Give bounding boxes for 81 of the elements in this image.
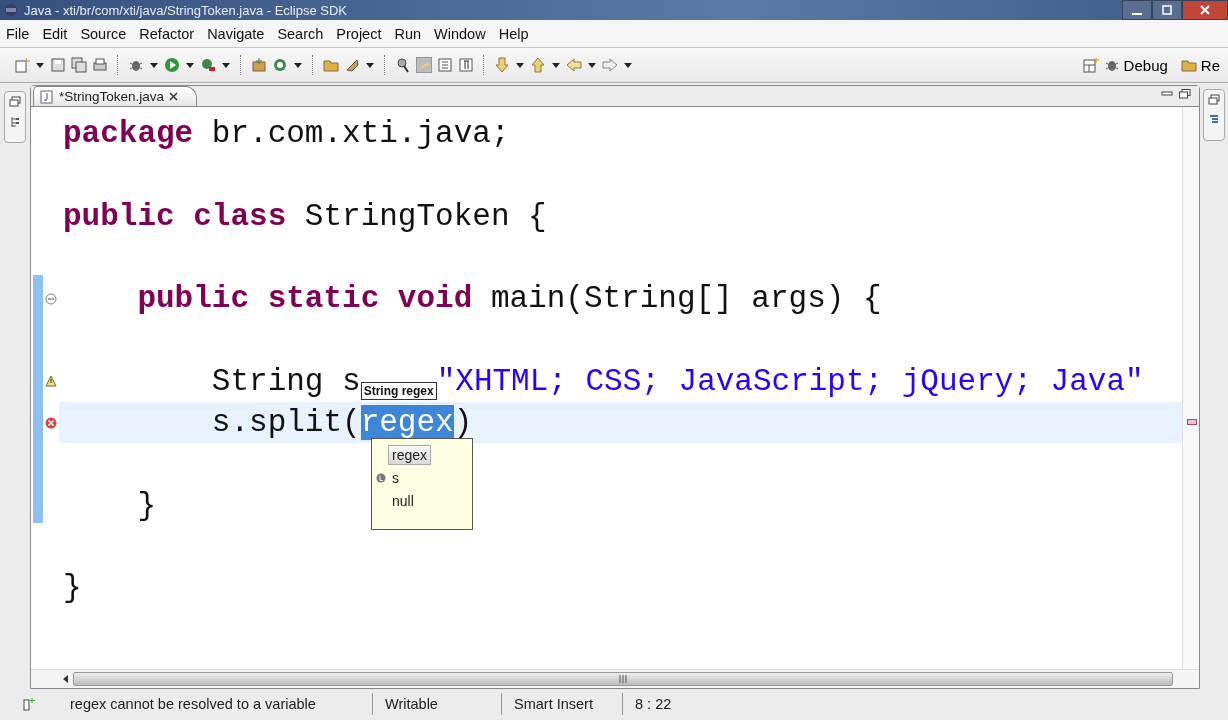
hierarchy-icon[interactable] bbox=[9, 116, 21, 128]
menu-item[interactable]: Edit bbox=[42, 25, 68, 42]
scroll-left-icon[interactable] bbox=[61, 674, 69, 684]
warning-icon bbox=[45, 375, 57, 388]
right-arrow-icon[interactable] bbox=[602, 57, 618, 73]
tool-icon[interactable] bbox=[200, 57, 216, 73]
status-message: regex cannot be resolved to a variable bbox=[58, 693, 373, 715]
package-icon[interactable] bbox=[251, 57, 267, 73]
window-title: Java - xti/br/com/xti/java/StringToken.java - Eclipse SDK bbox=[24, 2, 348, 18]
restore-icon[interactable] bbox=[1208, 94, 1220, 106]
editor-tab[interactable]: *StringToken.java bbox=[33, 86, 198, 106]
menu-item[interactable]: Help bbox=[498, 25, 529, 42]
new-file-icon[interactable] bbox=[14, 57, 30, 73]
completion-item[interactable]: regex bbox=[388, 444, 432, 465]
perspective-button[interactable]: Re bbox=[1200, 56, 1220, 74]
menu-item[interactable]: File bbox=[6, 25, 30, 42]
dropdown-caret-icon[interactable] bbox=[221, 60, 231, 70]
dropdown-caret-icon[interactable] bbox=[551, 60, 561, 70]
fast-view-icon[interactable] bbox=[22, 697, 36, 711]
minimize-icon bbox=[1132, 13, 1142, 15]
app-icon bbox=[4, 3, 18, 17]
code-line: s.split(regex) bbox=[210, 405, 473, 441]
error-icon bbox=[45, 416, 57, 429]
menu-item[interactable]: Search bbox=[277, 25, 324, 42]
completion-item[interactable]: s bbox=[388, 467, 403, 488]
collapse-icon[interactable] bbox=[45, 292, 57, 305]
code-line: } bbox=[136, 487, 156, 523]
horizontal-scrollbar[interactable] bbox=[73, 672, 1173, 686]
dropdown-caret-icon[interactable] bbox=[587, 60, 597, 70]
error-marker[interactable] bbox=[1187, 419, 1197, 425]
down-arrow-icon[interactable] bbox=[494, 57, 510, 73]
code-line: String s bbox=[210, 363, 361, 399]
menu-item[interactable]: Project bbox=[336, 25, 382, 42]
dropdown-caret-icon[interactable] bbox=[515, 60, 525, 70]
outline-icon[interactable] bbox=[1208, 114, 1220, 126]
close-button[interactable] bbox=[1182, 0, 1228, 20]
open-perspective-icon[interactable] bbox=[1082, 57, 1099, 73]
code-line: package br.com.xti.java; bbox=[63, 116, 510, 152]
restore-icon[interactable] bbox=[9, 96, 21, 108]
dropdown-caret-icon[interactable] bbox=[185, 60, 195, 70]
pilcrow-icon[interactable] bbox=[458, 57, 474, 73]
folder-icon[interactable] bbox=[1180, 57, 1197, 73]
block-icon[interactable] bbox=[437, 57, 453, 73]
completion-item[interactable]: null bbox=[388, 490, 418, 511]
minimize-icon[interactable] bbox=[1161, 89, 1173, 99]
maximize-button[interactable] bbox=[1152, 0, 1182, 20]
parameter-hint: String regex bbox=[360, 382, 437, 401]
minimize-button[interactable] bbox=[1122, 0, 1152, 20]
maximize-icon[interactable] bbox=[1179, 89, 1191, 99]
dropdown-caret-icon[interactable] bbox=[293, 60, 303, 70]
maximize-icon bbox=[1161, 5, 1173, 15]
code-line: public class StringToken { bbox=[63, 198, 547, 234]
insert-mode: Smart Insert bbox=[502, 693, 623, 715]
dropdown-caret-icon[interactable] bbox=[365, 60, 375, 70]
dropdown-caret-icon[interactable] bbox=[149, 60, 159, 70]
perspective-button[interactable]: Debug bbox=[1123, 56, 1168, 74]
menu-item[interactable]: Refactor bbox=[139, 25, 195, 42]
close-tab-icon[interactable] bbox=[169, 92, 179, 101]
save-icon[interactable] bbox=[50, 57, 66, 73]
local-variable-icon bbox=[376, 472, 386, 483]
save-all-icon[interactable] bbox=[71, 57, 87, 73]
class-icon[interactable] bbox=[272, 57, 288, 73]
java-file-icon bbox=[40, 89, 54, 104]
grip-icon bbox=[618, 675, 628, 683]
close-icon bbox=[1199, 5, 1211, 15]
print-icon[interactable] bbox=[92, 57, 108, 73]
write-mode: Writable bbox=[373, 693, 502, 715]
dropdown-caret-icon[interactable] bbox=[35, 60, 45, 70]
cursor-position: 8 : 22 bbox=[634, 695, 673, 714]
folder-icon[interactable] bbox=[323, 57, 339, 73]
code-line: } bbox=[63, 570, 82, 606]
menu-item[interactable]: Source bbox=[80, 25, 127, 42]
menu-item[interactable]: Window bbox=[434, 25, 486, 42]
run-icon[interactable] bbox=[164, 57, 180, 73]
menu-item[interactable]: Run bbox=[394, 25, 422, 42]
left-arrow-icon[interactable] bbox=[566, 57, 582, 73]
code-line: "XHTML; CSS; JavaScript; jQuery; Java" bbox=[436, 363, 1144, 399]
code-line: public static void main(String[] args) { bbox=[136, 281, 882, 317]
up-arrow-icon[interactable] bbox=[530, 57, 546, 73]
menu-item[interactable]: Navigate bbox=[207, 25, 265, 42]
dropdown-caret-icon[interactable] bbox=[623, 60, 633, 70]
